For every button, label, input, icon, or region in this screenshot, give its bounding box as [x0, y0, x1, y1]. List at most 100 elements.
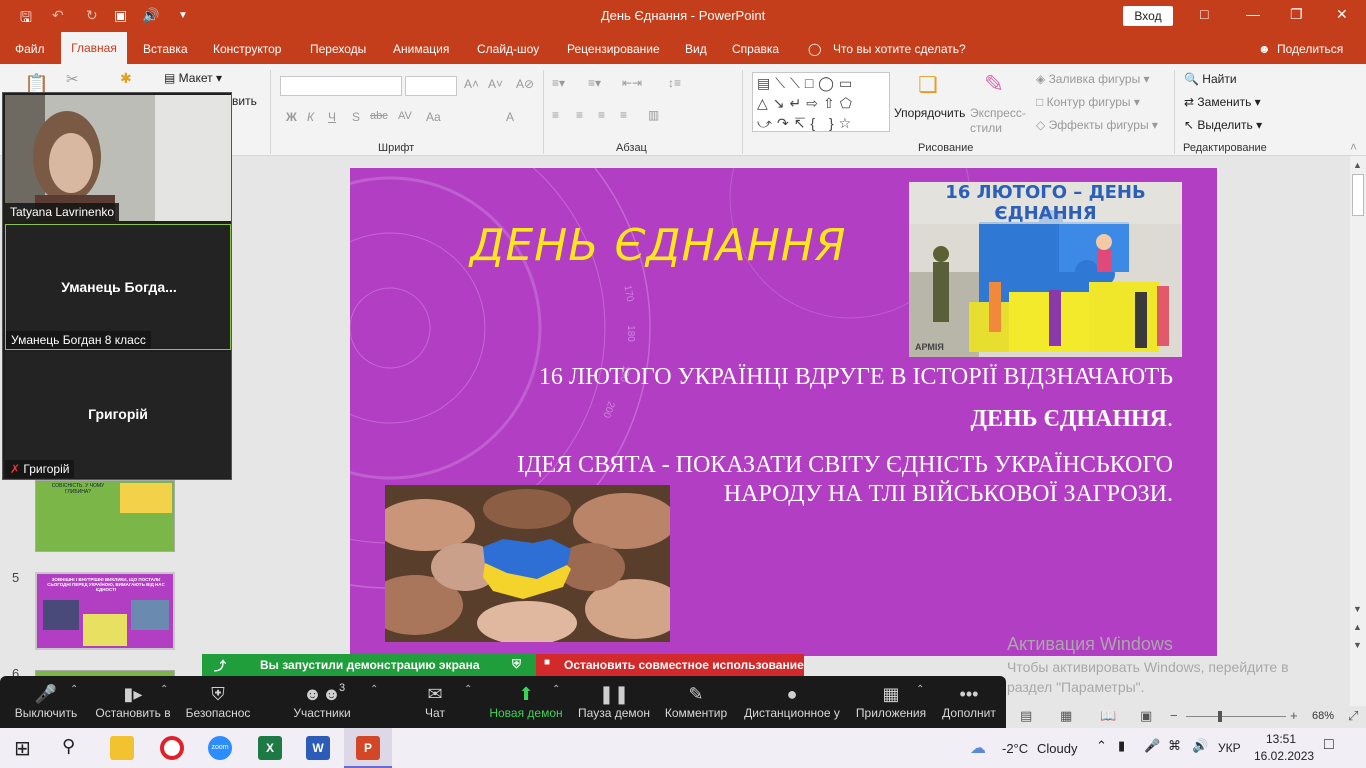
case-button[interactable]: Aa: [426, 110, 441, 124]
participants-button[interactable]: ☻☻ Участники: [284, 676, 360, 728]
tab-animations[interactable]: Анимация: [393, 42, 449, 56]
file-explorer-icon[interactable]: [110, 736, 134, 760]
slide-text-line-2[interactable]: ДЕНЬ ЄДНАННЯ.: [970, 406, 1173, 433]
ribbon-display-icon[interactable]: □: [1200, 6, 1208, 22]
word-icon[interactable]: W: [306, 736, 330, 760]
tab-review[interactable]: Рецензирование: [567, 42, 660, 56]
mute-options-chevron-icon[interactable]: ⌃: [70, 684, 78, 695]
microphone-tray-icon[interactable]: 🎤: [1144, 738, 1160, 754]
slide-text-line-1[interactable]: 16 ЛЮТОГО УКРАЇНЦІ ВДРУГЕ В ІСТОРІЇ ВІДЗ…: [539, 364, 1173, 391]
tab-file[interactable]: Файл: [15, 42, 45, 56]
justify-icon[interactable]: ≡: [620, 108, 627, 122]
replace-button[interactable]: ⇄ Заменить ▾: [1184, 95, 1261, 109]
bullets-icon[interactable]: ≡▾: [552, 76, 565, 90]
arrange-button[interactable]: Упорядочить: [894, 106, 965, 120]
underline-button[interactable]: Ч: [328, 110, 336, 124]
unity-day-illustration[interactable]: 16 ЛЮТОГО – ДЕНЬ ЄДНАННЯ АРМІЯ: [909, 182, 1182, 357]
columns-icon[interactable]: ▥: [648, 108, 659, 122]
font-color-button[interactable]: A: [506, 110, 514, 124]
clock-date[interactable]: 16.02.2023: [1254, 749, 1314, 763]
zoom-app-icon[interactable]: zoom: [208, 736, 232, 760]
scroll-down-icon[interactable]: ▼: [1353, 604, 1362, 614]
notifications-icon[interactable]: □: [1324, 736, 1334, 754]
zoom-in-icon[interactable]: +: [1290, 708, 1298, 723]
chat-button[interactable]: ✉ Чат: [410, 676, 460, 728]
align-center-icon[interactable]: ≡: [576, 108, 583, 122]
share-button[interactable]: Поделиться: [1277, 42, 1343, 56]
video-tile-bogdan[interactable]: Уманець Богда... Уманець Богдан 8 класс: [5, 224, 231, 350]
more-button[interactable]: ••• Дополнит: [938, 676, 1000, 728]
video-tile-tatyana[interactable]: Tatyana Lavrinenko: [5, 95, 231, 221]
italic-button[interactable]: К: [307, 110, 314, 124]
font-grow-icon[interactable]: A˄: [464, 77, 479, 91]
layout-button[interactable]: ▤ Макет ▾: [164, 71, 222, 85]
quick-styles-button[interactable]: Экспресс-стили: [970, 106, 1030, 136]
weather-text[interactable]: Cloudy: [1037, 741, 1077, 756]
font-size-select[interactable]: [405, 76, 457, 96]
cut-icon[interactable]: ✂: [66, 70, 79, 88]
quick-styles-icon[interactable]: ✎: [984, 70, 1004, 99]
scroll-thumb[interactable]: [1352, 174, 1364, 216]
security-button[interactable]: ⛨ Безопаснос: [182, 676, 254, 728]
bold-button[interactable]: Ж: [286, 110, 297, 124]
share-chevron-icon[interactable]: ⌃: [552, 684, 560, 695]
font-shrink-icon[interactable]: A˅: [488, 77, 503, 91]
prev-slide-icon[interactable]: ▲: [1353, 622, 1362, 632]
slide-title[interactable]: ДЕНЬ ЄДНАННЯ: [470, 220, 846, 271]
video-tile-grigoriy[interactable]: Григорій ✗ Григорій: [5, 352, 231, 478]
zoom-slider-thumb[interactable]: [1218, 711, 1222, 722]
minimize-icon[interactable]: —: [1246, 6, 1260, 22]
new-slide-icon[interactable]: ✱: [120, 70, 132, 87]
collapse-ribbon-icon[interactable]: ˄: [1350, 140, 1357, 154]
next-slide-icon[interactable]: ▼: [1353, 640, 1362, 650]
align-right-icon[interactable]: ≡: [598, 108, 605, 122]
wifi-icon[interactable]: ⌘: [1168, 738, 1181, 754]
battery-icon[interactable]: ▮: [1118, 738, 1125, 754]
vertical-scrollbar[interactable]: ▲ ▼ ▲ ▼: [1350, 156, 1366, 706]
align-left-icon[interactable]: ≡: [552, 108, 559, 122]
volume-icon[interactable]: 🔊: [1192, 738, 1208, 754]
zoom-level[interactable]: 68%: [1312, 710, 1334, 722]
slide-thumbnail-4[interactable]: СОВІСНІСТЬ. У ЧОМУ ГЛИБИНА?: [35, 480, 175, 552]
hands-ukraine-photo[interactable]: [385, 485, 670, 642]
numbering-icon[interactable]: ≡▾: [588, 76, 601, 90]
scroll-up-icon[interactable]: ▲: [1353, 160, 1362, 170]
zoom-video-panel[interactable]: Tatyana Lavrinenko Уманець Богда... Уман…: [2, 92, 232, 480]
start-windows-icon[interactable]: ⊞: [14, 736, 31, 761]
zoom-slider[interactable]: [1186, 716, 1286, 717]
remote-control-button[interactable]: ● Дистанционное у: [740, 676, 844, 728]
slide-text-line-3[interactable]: ІДЕЯ СВЯТА - ПОКАЗАТИ СВІТУ ЄДНІСТЬ УКРА…: [517, 452, 1173, 479]
current-slide[interactable]: 170 180 190 200 ДЕНЬ ЄДНАННЯ 16 ЛЮТОГО –…: [350, 168, 1217, 656]
tab-home[interactable]: Главная: [61, 32, 127, 64]
weather-temp[interactable]: -2°C: [1002, 741, 1028, 756]
font-family-select[interactable]: [280, 76, 402, 96]
chat-chevron-icon[interactable]: ⌃: [464, 684, 472, 695]
indent-icon[interactable]: ⇤⇥: [622, 76, 642, 90]
search-icon[interactable]: ⚲: [62, 736, 75, 757]
opera-icon[interactable]: [160, 736, 184, 760]
tab-transitions[interactable]: Переходы: [310, 42, 366, 56]
slide-thumbnail-5[interactable]: ЗОВНІШНІ І ВНУТРІШНІ ВИКЛИКИ, ЩО ПОСТАЛИ…: [35, 572, 175, 650]
slideshow-view-icon[interactable]: ▣: [1140, 708, 1152, 724]
arrange-icon[interactable]: ❏: [918, 72, 938, 98]
find-button[interactable]: 🔍 Найти: [1184, 72, 1237, 86]
shape-fill-button[interactable]: ◈ Заливка фигуры ▾: [1036, 72, 1150, 86]
fit-slide-icon[interactable]: ⤢: [1348, 708, 1358, 724]
annotate-button[interactable]: ✎ Комментир: [662, 676, 730, 728]
slide-sorter-icon[interactable]: ▦: [1060, 708, 1072, 724]
tell-me-search[interactable]: Что вы хотите сделать?: [833, 42, 966, 56]
shadow-button[interactable]: S: [352, 110, 360, 124]
input-language[interactable]: УКР: [1218, 741, 1241, 755]
apps-chevron-icon[interactable]: ⌃: [916, 684, 924, 695]
tab-design[interactable]: Конструктор: [213, 42, 281, 56]
line-spacing-icon[interactable]: ↕≡: [668, 76, 681, 90]
slide-text-line-4[interactable]: НАРОДУ НА ТЛІ ВІЙСЬКОВОЇ ЗАГРОЗИ.: [724, 481, 1173, 508]
tab-view[interactable]: Вид: [685, 42, 707, 56]
cloud-weather-icon[interactable]: ☁: [970, 738, 986, 758]
zoom-out-icon[interactable]: −: [1170, 708, 1178, 723]
pin-icon[interactable]: ⤴: [214, 657, 226, 674]
close-icon[interactable]: ✕: [1336, 6, 1348, 23]
tab-help[interactable]: Справка: [732, 42, 779, 56]
show-hidden-icons-chevron-icon[interactable]: ⌃: [1096, 738, 1107, 754]
powerpoint-icon[interactable]: P: [356, 736, 380, 760]
